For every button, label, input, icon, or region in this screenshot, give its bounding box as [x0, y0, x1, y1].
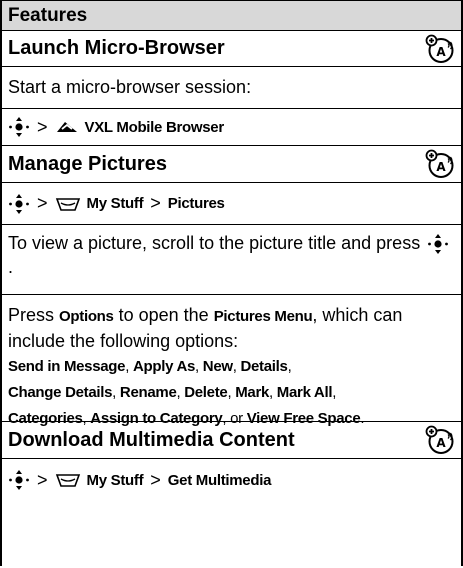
table-header: Features: [2, 0, 461, 31]
my-stuff-icon: [55, 196, 81, 212]
pictures-section-title: Manage Pictures: [2, 146, 461, 183]
nav-key-icon: [8, 116, 30, 138]
download-path: > My Stuff > Get Multimedia: [2, 459, 461, 501]
network-feature-icon: [425, 34, 455, 64]
launch-path: > VXL Mobile Browser: [2, 109, 461, 146]
network-feature-icon: [425, 425, 455, 455]
nav-key-icon: [427, 233, 449, 255]
nav-key-icon: [8, 193, 30, 215]
launch-description: Start a micro-browser session:: [2, 67, 461, 109]
download-section-title: Download Multimedia Content: [2, 422, 461, 459]
pictures-option-list: Send in Message, Apply As, New, Details,…: [8, 358, 365, 427]
feature-table: Features Launch Micro-Browser Start a mi…: [0, 0, 463, 566]
my-stuff-icon: [55, 472, 81, 488]
browser-icon: [55, 119, 79, 135]
options-key-label: Options: [59, 308, 114, 325]
pictures-view-instructions: To view a picture, scroll to the picture…: [2, 225, 461, 295]
network-feature-icon: [425, 149, 455, 179]
pictures-path: > My Stuff > Pictures: [2, 183, 461, 225]
pictures-options-paragraph: Press Options to open the Pictures Menu,…: [2, 295, 461, 427]
launch-section-title: Launch Micro-Browser: [2, 31, 461, 67]
nav-key-icon: [8, 469, 30, 491]
pictures-menu-label: Pictures Menu: [213, 308, 313, 325]
vxl-mobile-browser-label: VXL Mobile Browser: [84, 118, 225, 136]
pictures-title-text: Manage Pictures: [8, 152, 167, 175]
table-header-title: Features: [8, 4, 88, 26]
download-title-text: Download Multimedia Content: [8, 428, 295, 451]
launch-title-text: Launch Micro-Browser: [8, 37, 225, 59]
